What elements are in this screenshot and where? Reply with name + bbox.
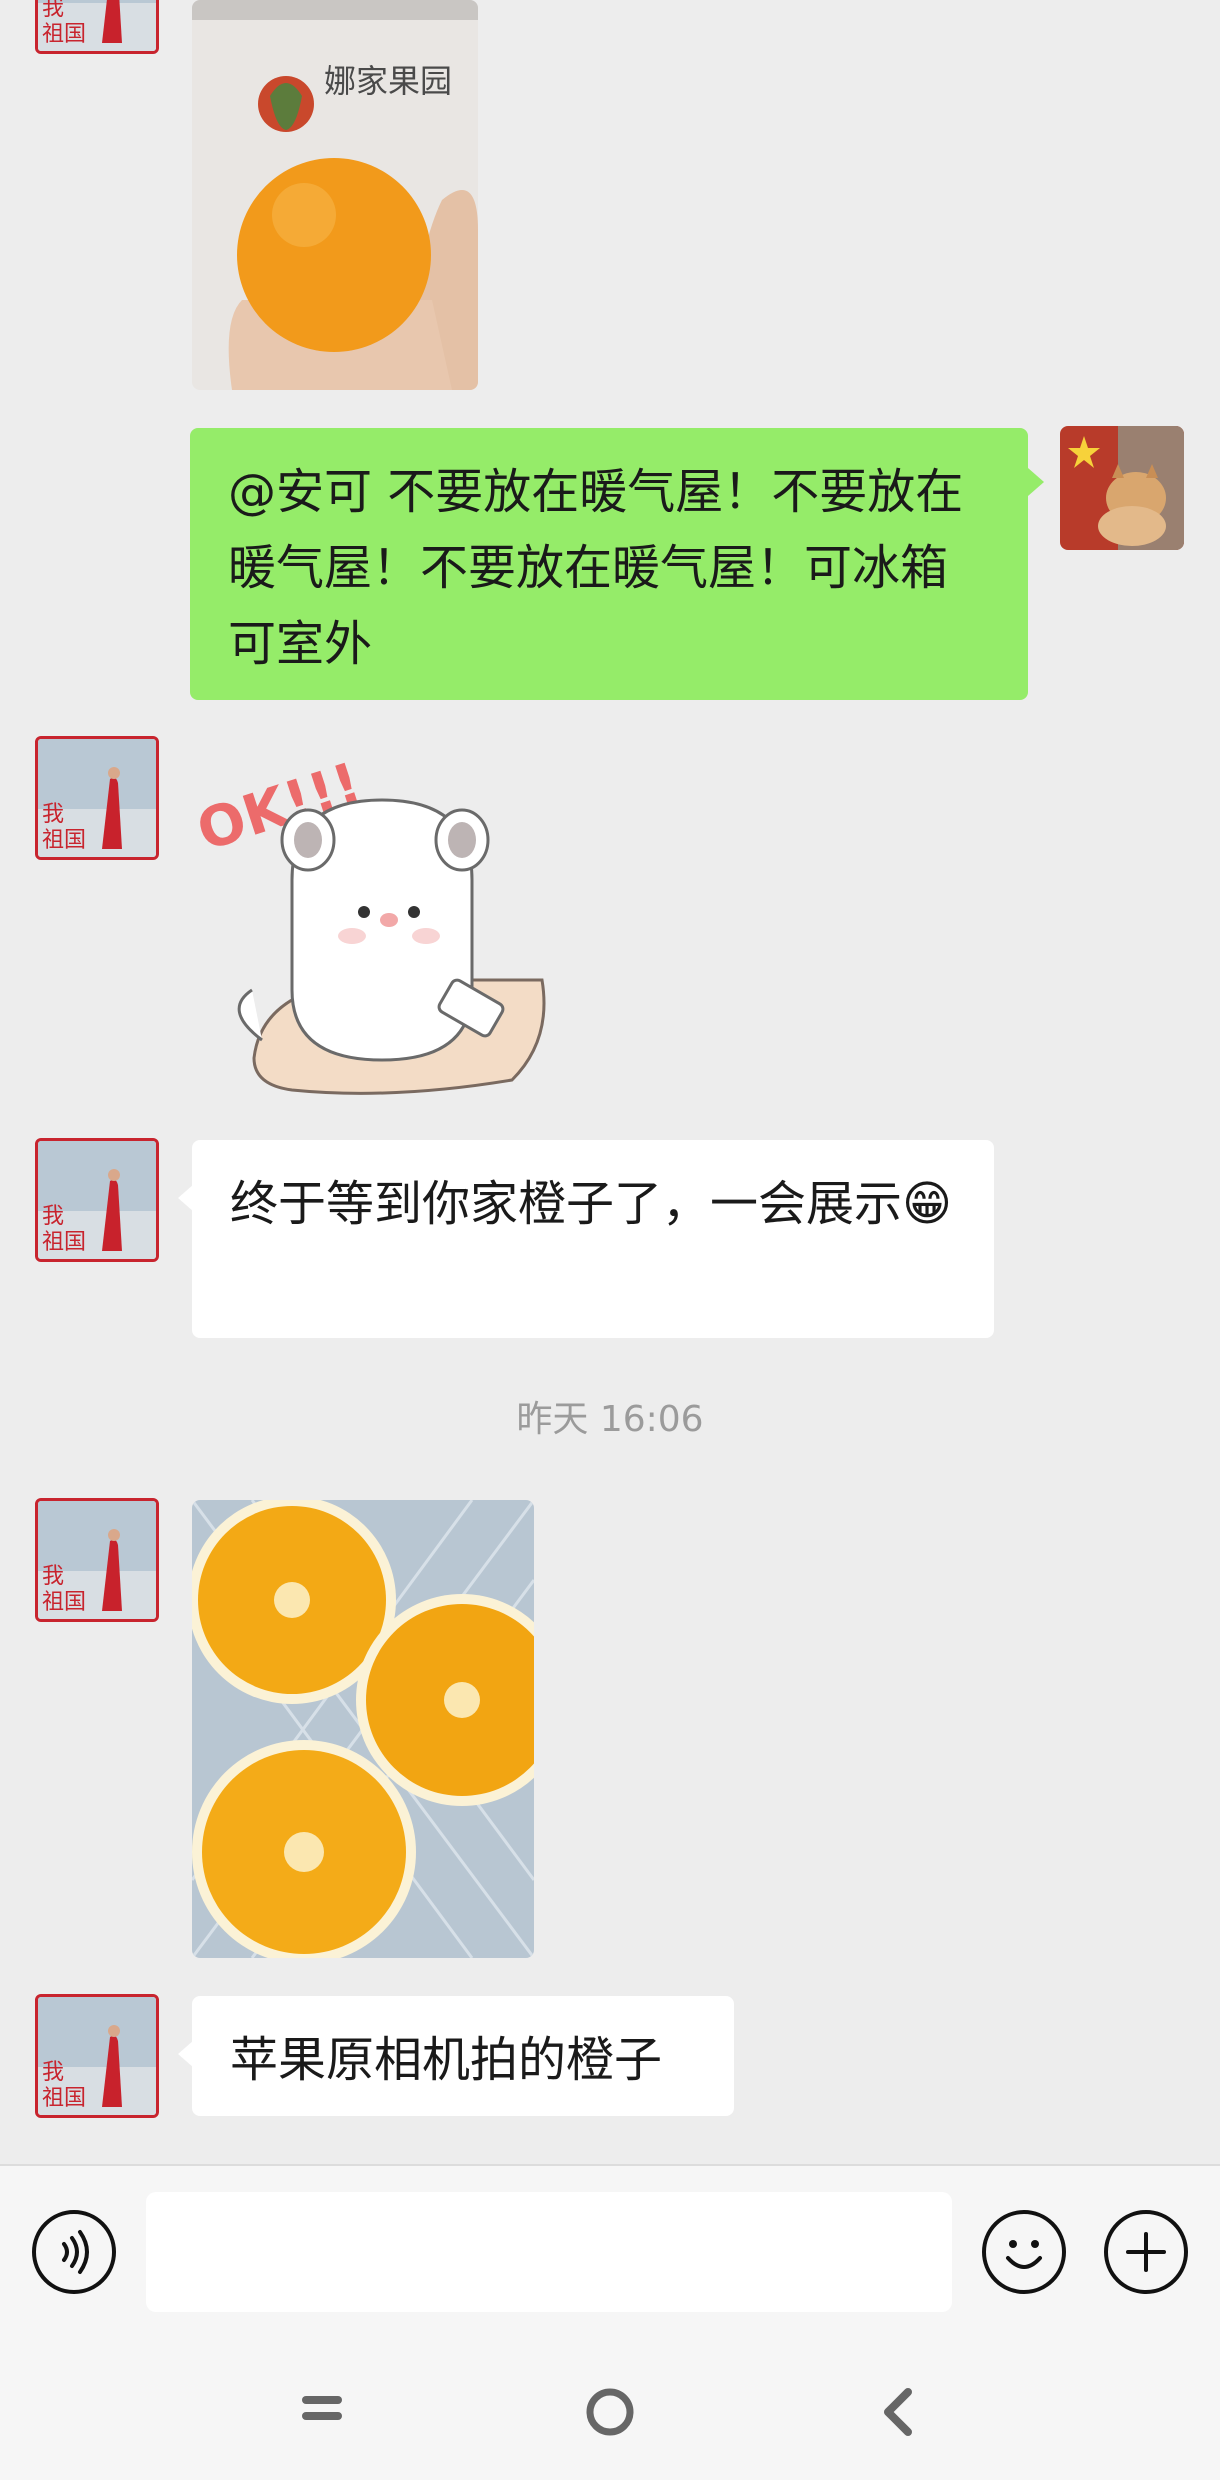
plus-icon	[1126, 2232, 1166, 2272]
svg-text:我: 我	[42, 802, 64, 827]
chat-area: 我 祖国 娜家果园 @安可 不要放在暖气屋！不要放在暖气屋！不要放在暖气屋！可冰…	[0, 0, 1220, 2164]
home-icon[interactable]	[584, 2386, 636, 2438]
system-nav-bar	[0, 2340, 1220, 2480]
contact-message-bubble[interactable]: 终于等到你家橙子了，一会展示😁	[178, 1140, 994, 1338]
self-avatar[interactable]	[1060, 426, 1184, 550]
emoji-icon	[1006, 2240, 1042, 2269]
message-text: 苹果原相机拍的橙子	[230, 2032, 663, 2088]
voice-button[interactable]	[32, 2210, 116, 2294]
contact-message-bubble[interactable]: 苹果原相机拍的橙子	[178, 1996, 734, 2116]
self-message-bubble[interactable]: @安可 不要放在暖气屋！不要放在暖气屋！不要放在暖气屋！可冰箱可室外	[190, 428, 1044, 700]
svg-text:祖国: 祖国	[42, 1590, 86, 1615]
contact-avatar[interactable]: 我 祖国	[35, 1138, 159, 1262]
ok-sticker[interactable]: OK!!!	[190, 740, 562, 1110]
contact-avatar[interactable]: 我 祖国	[35, 1498, 159, 1622]
contact-avatar[interactable]: 我 祖国	[35, 1994, 159, 2118]
svg-text:娜家果园: 娜家果园	[324, 62, 452, 100]
orange-slices-photo[interactable]	[192, 1500, 534, 1958]
plus-button[interactable]	[1104, 2210, 1188, 2294]
svg-text:我: 我	[42, 1564, 64, 1589]
svg-text:祖国: 祖国	[42, 828, 86, 853]
message-text: 终于等到你家橙子了，一会展示😁	[230, 1176, 953, 1232]
voice-icon	[62, 2230, 89, 2274]
message-input[interactable]	[146, 2192, 952, 2312]
svg-text:我: 我	[42, 1204, 64, 1229]
svg-text:我: 我	[42, 0, 64, 21]
menu-icon[interactable]	[300, 2386, 344, 2430]
message-timestamp: 昨天 16:06	[516, 1399, 704, 1440]
orange-photo-1[interactable]: 娜家果园	[192, 0, 478, 390]
svg-text:祖国: 祖国	[42, 1230, 86, 1255]
emoji-button[interactable]	[982, 2210, 1066, 2294]
svg-text:祖国: 祖国	[42, 22, 86, 47]
input-bar	[0, 2164, 1220, 2340]
svg-text:祖国: 祖国	[42, 2086, 86, 2111]
svg-text:我: 我	[42, 2060, 64, 2085]
contact-avatar[interactable]: 我 祖国	[35, 0, 159, 54]
contact-avatar[interactable]: 我 祖国	[35, 736, 159, 860]
back-icon[interactable]	[876, 2386, 920, 2438]
message-text: @安可 不要放在暖气屋！不要放在暖气屋！不要放在暖气屋！可冰箱可室外	[228, 464, 964, 672]
